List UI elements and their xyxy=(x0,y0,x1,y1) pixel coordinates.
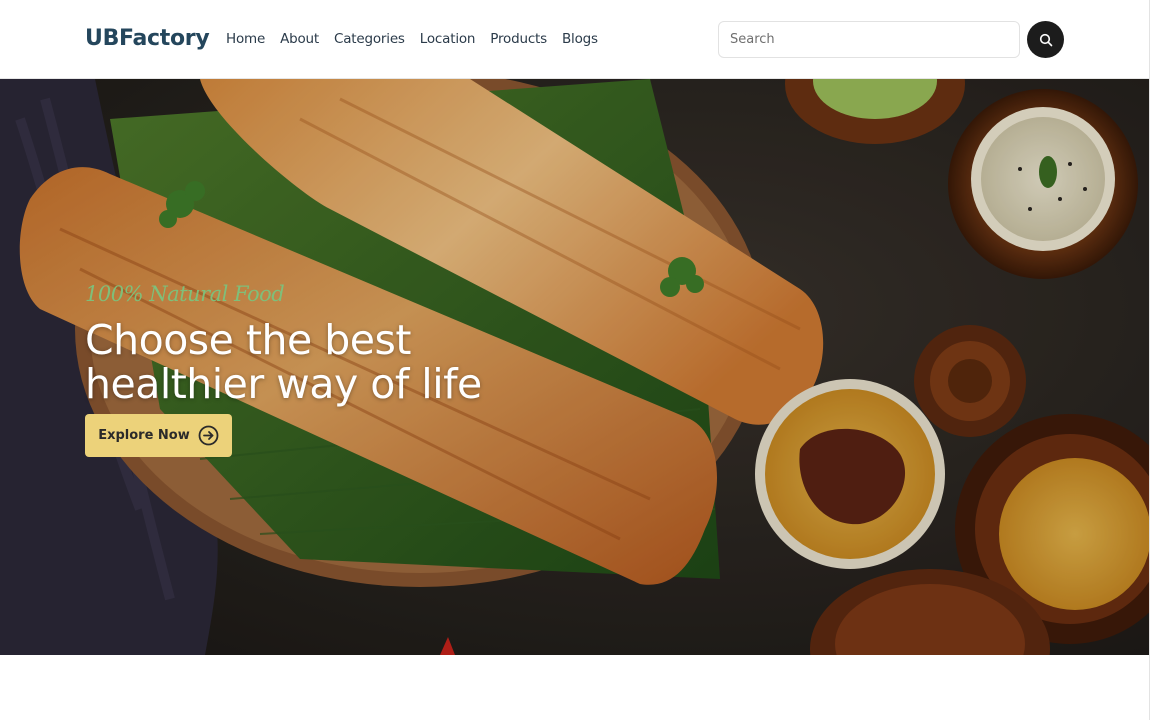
nav-blogs[interactable]: Blogs xyxy=(562,31,598,47)
navbar: UBFactory Home About Categories Location… xyxy=(0,0,1150,79)
brand-logo[interactable]: UBFactory xyxy=(85,26,210,51)
nav-categories[interactable]: Categories xyxy=(334,31,405,47)
nav-products[interactable]: Products xyxy=(490,31,547,47)
hero-headline-line-2: healthier way of life xyxy=(85,360,482,408)
hero-tagline: 100% Natural Food xyxy=(85,282,285,306)
nav-location[interactable]: Location xyxy=(420,31,476,47)
search-input[interactable] xyxy=(718,21,1020,58)
hero-headline-line-1: Choose the best xyxy=(85,316,411,364)
hero-section: 100% Natural Food Choose the best health… xyxy=(0,79,1150,655)
hero-headline: Choose the best healthier way of life xyxy=(85,318,482,406)
search-button[interactable] xyxy=(1027,21,1064,58)
explore-now-button[interactable]: Explore Now xyxy=(85,414,232,457)
main-nav: Home About Categories Location Products … xyxy=(226,31,598,47)
arrow-right-circle-icon xyxy=(198,425,219,446)
nav-about[interactable]: About xyxy=(280,31,319,47)
explore-now-label: Explore Now xyxy=(98,428,190,443)
search-icon xyxy=(1039,33,1052,46)
nav-home[interactable]: Home xyxy=(226,31,265,47)
